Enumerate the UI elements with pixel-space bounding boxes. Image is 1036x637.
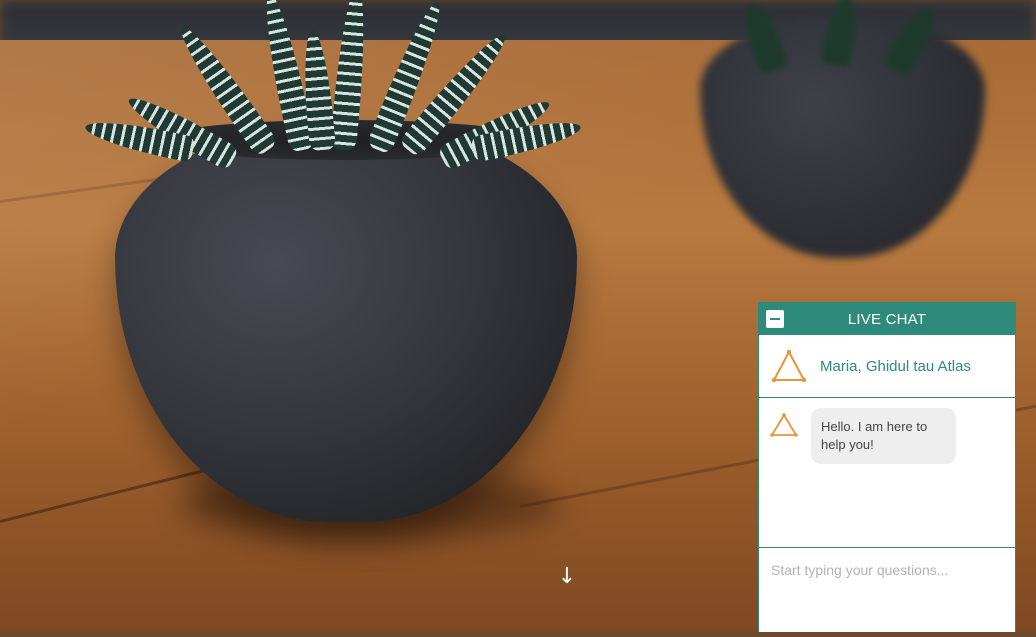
arrow-down-icon[interactable]: ↓ [557,564,577,590]
message-bubble: Hello. I am here to help you! [811,408,956,464]
agent-info: Maria, Ghidul tau Atlas [759,335,1015,398]
message-list[interactable]: Hello. I am here to help you! [759,398,1015,548]
minus-icon[interactable] [766,310,784,328]
chat-header[interactable]: LIVE CHAT [759,303,1015,335]
chat-input[interactable] [759,548,1015,632]
message-item: Hello. I am here to help you! [769,408,1015,464]
live-chat-widget: LIVE CHAT Maria, Ghidul tau Atlas Hello.… [758,302,1016,632]
chat-title: LIVE CHAT [847,310,927,328]
triangle-logo-icon [771,349,807,383]
triangle-logo-icon [770,413,798,437]
agent-name: Maria, Ghidul tau Atlas [820,357,971,375]
chat-input-area [759,548,1015,632]
